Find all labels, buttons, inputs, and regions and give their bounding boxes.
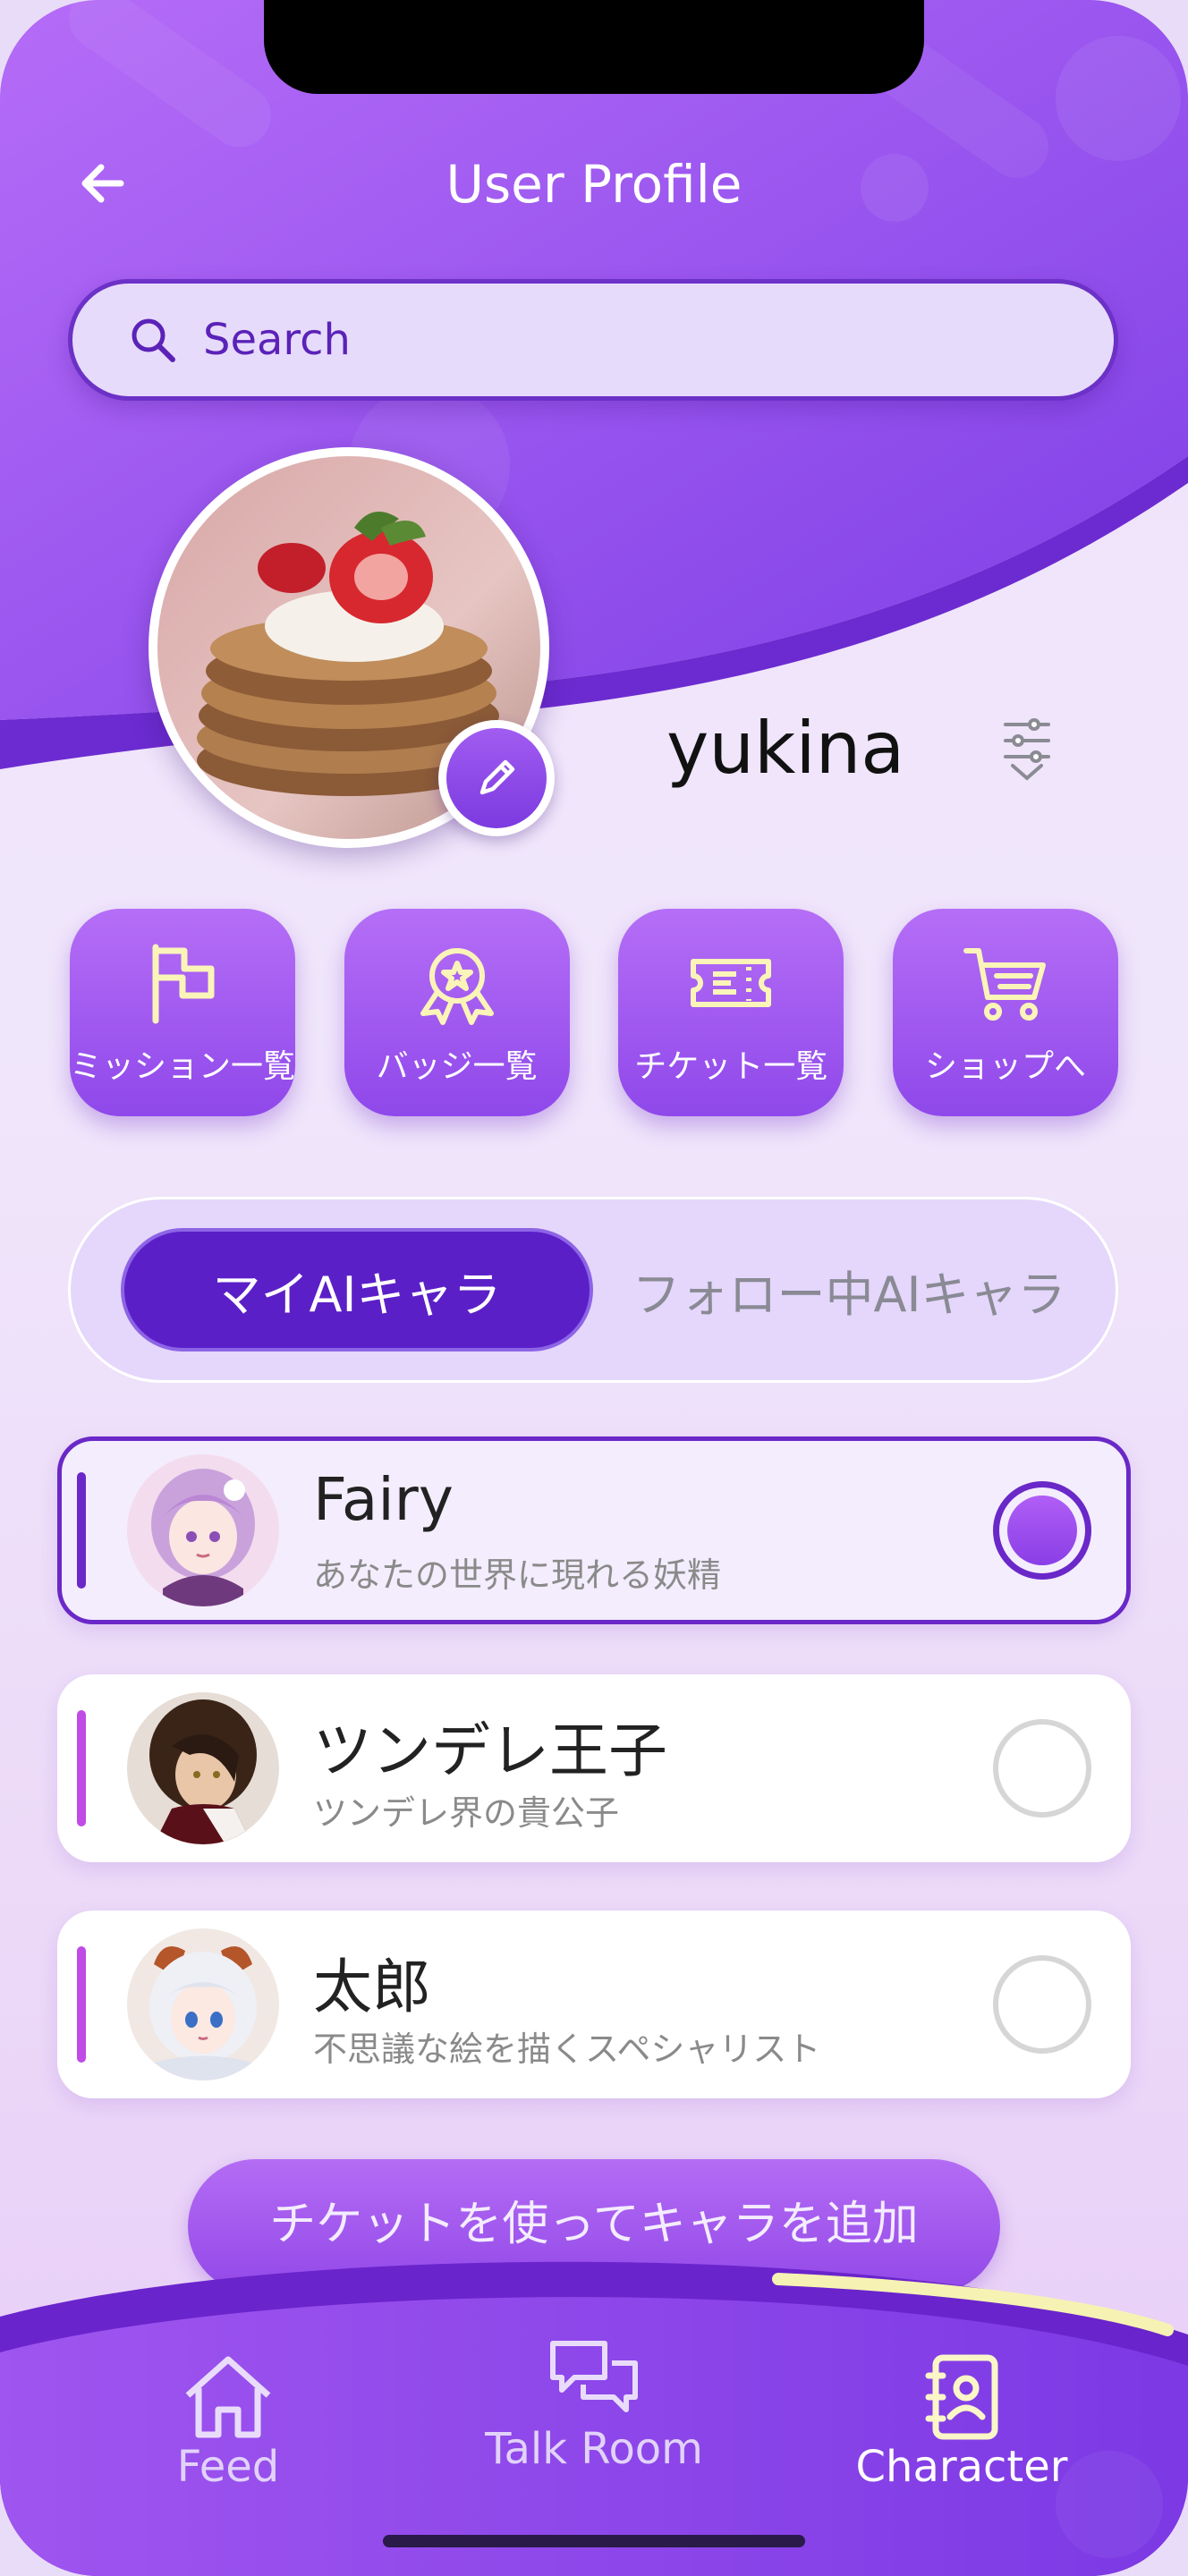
character-tabs: マイAIキャラ フォロー中AIキャラ	[68, 1197, 1118, 1383]
nav-talk-room-label: Talk Room	[485, 2424, 703, 2474]
search-bar[interactable]	[68, 279, 1118, 401]
character-name: Fairy	[313, 1465, 454, 1534]
character-name: ツンデレ王子	[313, 1716, 667, 1785]
radio-selected-dot	[1007, 1496, 1077, 1565]
character-select-radio[interactable]	[993, 1955, 1091, 2054]
home-indicator	[383, 2535, 805, 2547]
character-card-taro[interactable]: 太郎 不思議な絵を描くスペシャリスト	[57, 1911, 1131, 2098]
character-description: ツンデレ界の貴公子	[313, 1793, 620, 1833]
card-accent-bar	[77, 1946, 86, 2063]
edit-avatar-button[interactable]	[438, 720, 555, 836]
chat-bubbles-icon	[550, 2341, 638, 2412]
badges-button[interactable]: バッジ一覧	[344, 909, 570, 1116]
character-card-fairy[interactable]: Fairy あなたの世界に現れる妖精	[57, 1436, 1131, 1624]
nav-feed-label: Feed	[176, 2442, 280, 2492]
character-select-radio[interactable]	[993, 1719, 1091, 1818]
cart-icon	[963, 948, 1046, 1021]
contacts-book-icon	[925, 2354, 998, 2440]
tab-following-ai-characters[interactable]: フォロー中AIキャラ	[625, 1228, 1073, 1352]
character-avatar	[127, 1928, 279, 2080]
shop-button[interactable]: ショップへ	[892, 909, 1118, 1116]
character-description: あなたの世界に現れる妖精	[313, 1555, 722, 1595]
search-input[interactable]	[201, 314, 1010, 366]
badge-icon	[420, 948, 494, 1025]
sliders-icon[interactable]	[1000, 714, 1054, 785]
tab-my-ai-characters[interactable]: マイAIキャラ	[121, 1228, 593, 1352]
shop-label: ショップへ	[924, 1048, 1086, 1085]
nav-talk-room[interactable]: Talk Room	[483, 2338, 705, 2474]
nav-feed[interactable]: Feed	[143, 2352, 313, 2492]
card-accent-bar	[77, 1472, 86, 1589]
pencil-icon	[479, 759, 515, 795]
character-avatar	[127, 1454, 279, 1606]
missions-label: ミッション一覧	[70, 1048, 296, 1085]
card-accent-bar	[77, 1710, 86, 1826]
device-notch	[264, 0, 924, 94]
character-name: 太郎	[313, 1953, 431, 2021]
ticket-icon	[691, 959, 772, 1007]
character-card-tsundere-prince[interactable]: ツンデレ王子 ツンデレ界の貴公子	[57, 1674, 1131, 1862]
tickets-button[interactable]: チケット一覧	[618, 909, 844, 1116]
search-icon	[132, 318, 175, 362]
nav-character[interactable]: Character	[855, 2352, 1068, 2492]
app-screen: User Profile Search yukina ミッション一覧 バッジ一覧…	[0, 0, 1188, 2576]
nav-character-label: Character	[855, 2442, 1068, 2492]
tickets-label: チケット一覧	[634, 1048, 828, 1085]
username: yukina	[666, 707, 905, 790]
character-avatar	[127, 1692, 279, 1844]
quick-actions: ミッション一覧 バッジ一覧 チケット一覧 ショップへ	[70, 909, 1118, 1116]
character-description: 不思議な絵を描くスペシャリスト	[313, 2029, 821, 2069]
character-select-radio[interactable]	[993, 1481, 1091, 1580]
flag-icon	[152, 944, 215, 1024]
page-title: User Profile	[446, 154, 742, 215]
badges-label: バッジ一覧	[376, 1048, 538, 1085]
missions-button[interactable]: ミッション一覧	[70, 909, 295, 1116]
home-icon	[185, 2356, 271, 2438]
